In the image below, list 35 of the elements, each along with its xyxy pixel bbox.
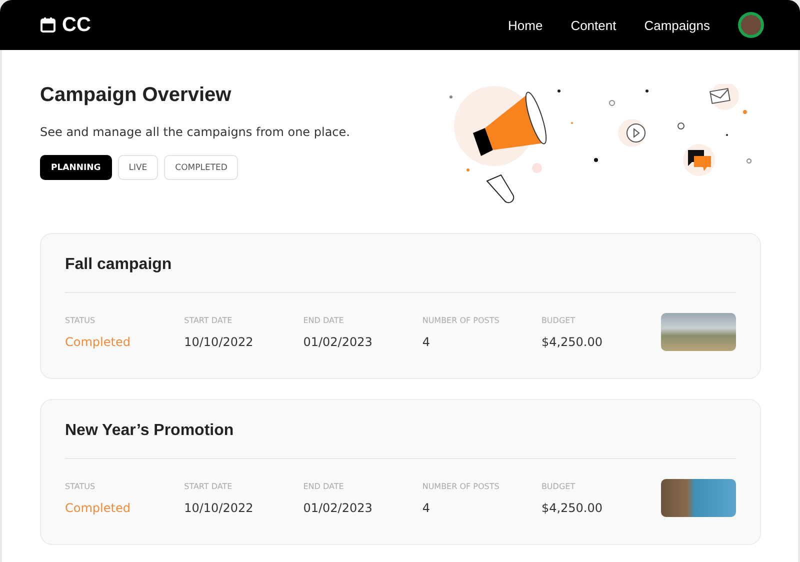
campaign-card[interactable]: New Year’s Promotion STATUS Completed START DATE 10/10/2022 END DATE 01/02/2023 NUMBER OF POSTS 4 BUDGET $4,250.00 <box>40 399 761 545</box>
field-value: 01/02/2023 <box>303 500 374 514</box>
status-value: Completed <box>65 334 132 348</box>
nav-link[interactable]: Campaigns <box>644 18 710 32</box>
avatar[interactable] <box>738 12 764 38</box>
field-label: END DATE <box>303 482 345 490</box>
nav-link[interactable]: Content <box>570 18 616 32</box>
field-label: BUDGET <box>541 316 576 324</box>
calendar-icon <box>40 17 56 33</box>
nav-link[interactable]: Home <box>508 18 543 32</box>
filter-tab[interactable]: PLANNING <box>40 155 112 180</box>
field-label: END DATE <box>303 316 345 324</box>
field-value: $4,250.00 <box>541 500 604 514</box>
page-subtitle: See and manage all the campaigns from one place. <box>40 125 350 139</box>
page-title: Campaign Overview <box>40 84 232 107</box>
field-label: STATUS <box>65 482 96 490</box>
field-value: 01/02/2023 <box>303 334 374 348</box>
campaign-title: Fall campaign <box>65 255 173 275</box>
brand-logo[interactable]: CC <box>62 14 91 36</box>
field-label: NUMBER OF POSTS <box>422 316 500 324</box>
field-value: $4,250.00 <box>541 334 604 348</box>
filter-tab[interactable]: LIVE <box>118 155 158 180</box>
status-value: Completed <box>65 500 132 514</box>
campaign-title: New Year’s Promotion <box>65 421 235 441</box>
field-label: START DATE <box>184 482 234 490</box>
field-label: NUMBER OF POSTS <box>422 482 500 490</box>
field-label: STATUS <box>65 316 96 324</box>
campaign-card[interactable]: Fall campaign STATUS Completed START DATE 10/10/2022 END DATE 01/02/2023 NUMBER OF POSTS 4 BUDGET $4,250.00 <box>40 233 761 379</box>
field-value: 4 <box>422 500 431 514</box>
field-label: START DATE <box>184 316 234 324</box>
field-value: 10/10/2022 <box>184 334 254 348</box>
filter-tab[interactable]: COMPLETED <box>164 155 238 180</box>
field-label: BUDGET <box>541 482 576 490</box>
field-value: 4 <box>422 334 431 348</box>
field-value: 10/10/2022 <box>184 500 254 514</box>
